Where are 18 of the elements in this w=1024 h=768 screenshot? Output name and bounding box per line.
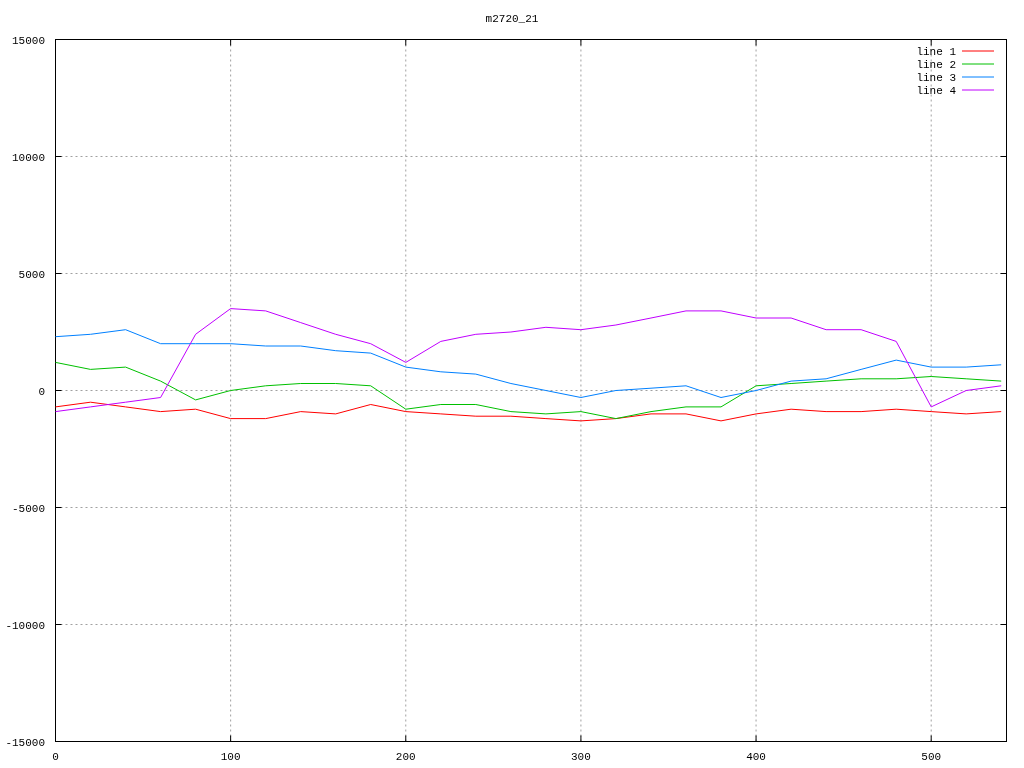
y-tick-label: 0 bbox=[38, 385, 45, 398]
chart-title: m2720_21 bbox=[485, 13, 539, 25]
x-tick-label: 0 bbox=[52, 751, 59, 763]
y-tick-label: -15000 bbox=[5, 736, 45, 749]
y-tick-label: 10000 bbox=[12, 151, 45, 164]
legend-label: line 4 bbox=[916, 85, 956, 97]
legend-label: line 3 bbox=[916, 72, 956, 84]
x-tick-label: 100 bbox=[220, 751, 241, 763]
y-tick-label: 5000 bbox=[18, 268, 45, 281]
x-tick-label: 300 bbox=[571, 751, 591, 763]
x-tick-label: 500 bbox=[921, 751, 942, 763]
legend-label: line 2 bbox=[916, 59, 956, 71]
x-tick-label: 400 bbox=[746, 751, 766, 763]
legend-label: line 1 bbox=[916, 46, 956, 58]
y-tick-label: 15000 bbox=[12, 34, 45, 47]
y-tick-label: -5000 bbox=[12, 502, 45, 515]
y-tick-label: -10000 bbox=[5, 619, 45, 632]
x-tick-label: 200 bbox=[395, 751, 416, 763]
